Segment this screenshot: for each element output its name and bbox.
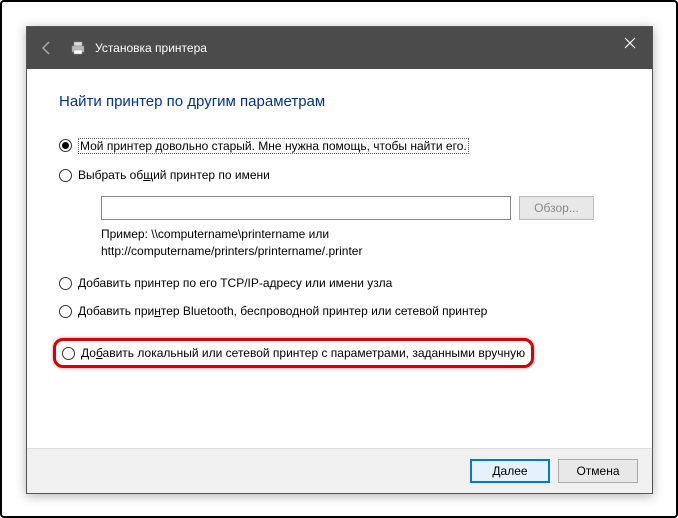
content-area: Найти принтер по другим параметрам Мой п… (27, 69, 652, 448)
radio-icon (59, 139, 72, 152)
dialog-footer: Далее Отмена (27, 448, 652, 493)
screenshot-frame: Установка принтера Найти принтер по друг… (0, 0, 678, 518)
option-tcpip-label: Добавить принтер по его TCP/IP-адресу ил… (78, 276, 392, 290)
option-bluetooth[interactable]: Добавить принтер Bluetooth, беспроводной… (59, 304, 620, 318)
close-icon (624, 37, 636, 49)
titlebar: Установка принтера (27, 27, 652, 69)
next-button[interactable]: Далее (470, 459, 550, 483)
option-bluetooth-label: Добавить принтер Bluetooth, беспроводной… (78, 304, 487, 318)
window-title: Установка принтера (95, 41, 207, 55)
option-manual-label: Добавить локальный или сетевой принтер с… (81, 346, 525, 360)
option-shared-label: Выбрать общий принтер по имени (78, 168, 270, 182)
printer-icon (69, 40, 87, 56)
radio-icon (59, 277, 72, 290)
shared-name-group: Обзор... Пример: \\computername\printern… (101, 196, 620, 260)
example-line1: Пример: \\computername\printername или (101, 226, 620, 243)
radio-icon (62, 347, 75, 360)
close-button[interactable] (608, 27, 652, 59)
dialog-window: Установка принтера Найти принтер по друг… (26, 26, 653, 494)
radio-icon (59, 169, 72, 182)
option-tcpip[interactable]: Добавить принтер по его TCP/IP-адресу ил… (59, 276, 620, 290)
page-heading: Найти принтер по другим параметрам (59, 93, 620, 110)
example-text: Пример: \\computername\printername или h… (101, 226, 620, 260)
cancel-button[interactable]: Отмена (558, 459, 638, 483)
back-button[interactable] (35, 36, 59, 60)
option-old-printer[interactable]: Мой принтер довольно старый. Мне нужна п… (59, 138, 620, 154)
back-arrow-icon (39, 40, 55, 56)
radio-icon (59, 305, 72, 318)
option-old-printer-label: Мой принтер довольно старый. Мне нужна п… (78, 138, 469, 154)
example-line2: http://computername/printers/printername… (101, 243, 620, 260)
option-shared-by-name[interactable]: Выбрать общий принтер по имени (59, 168, 620, 182)
printer-name-input[interactable] (101, 196, 511, 220)
browse-button[interactable]: Обзор... (519, 196, 594, 220)
option-manual-highlighted[interactable]: Добавить локальный или сетевой принтер с… (53, 338, 534, 368)
